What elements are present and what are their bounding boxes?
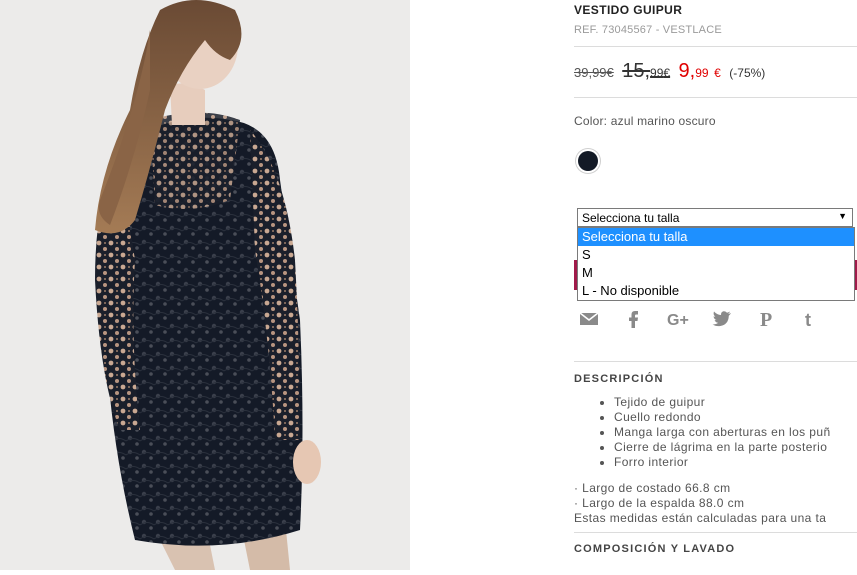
measurements: · Largo de costado 66.8 cm · Largo de la… (574, 481, 826, 526)
size-option-placeholder[interactable]: Selecciona tu talla (578, 228, 854, 246)
twitter-icon[interactable] (711, 308, 733, 330)
facebook-icon[interactable] (622, 308, 644, 330)
previous-price: 15,99€ (622, 60, 671, 82)
list-item: Cierre de lágrima en la parte posterio (614, 440, 831, 455)
pinterest-icon[interactable]: P (756, 308, 778, 330)
size-option-s[interactable]: S (578, 246, 854, 264)
size-dropdown-list: Selecciona tu talla S M L - No disponibl… (577, 227, 855, 301)
measure-line: Estas medidas están calculadas para una … (574, 511, 827, 525)
sale-price: 9,99 € (678, 60, 721, 82)
divider (574, 46, 857, 47)
model-dress-illustration (0, 0, 410, 570)
svg-text:G+: G+ (667, 312, 689, 329)
product-title: VESTIDO GUIPUR (574, 3, 683, 17)
size-option-l[interactable]: L - No disponible (578, 282, 854, 300)
list-item: Manga larga con aberturas en los puñ (614, 425, 831, 440)
divider (574, 532, 857, 533)
svg-text:t: t (805, 310, 811, 330)
google-plus-icon[interactable]: G+ (667, 308, 689, 330)
size-option-m[interactable]: M (578, 264, 854, 282)
list-item: Cuello redondo (614, 410, 831, 425)
discount-badge: (-75%) (729, 66, 766, 80)
measure-line: · Largo de costado 66.8 cm (574, 481, 731, 495)
product-photo[interactable] (0, 0, 410, 570)
measure-line: · Largo de la espalda 88.0 cm (574, 496, 745, 510)
email-icon[interactable] (578, 308, 600, 330)
list-item: Forro interior (614, 455, 831, 470)
description-heading[interactable]: DESCRIPCIÓN (574, 373, 664, 385)
composition-heading[interactable]: COMPOSICIÓN Y LAVADO (574, 543, 735, 555)
divider (574, 361, 857, 362)
svg-text:P: P (760, 309, 772, 330)
product-reference: REF. 73045567 - VESTLACE (574, 24, 722, 36)
size-select-value: Selecciona tu talla (582, 211, 680, 225)
color-label: Color: azul marino oscuro (574, 114, 716, 128)
share-bar: G+ P t (578, 308, 840, 330)
color-swatch-navy[interactable] (578, 151, 598, 171)
price-block: 39,99€ 15,99€ 9,99 € (-75%) (574, 60, 765, 83)
description-bullets: Tejido de guipur Cuello redondo Manga la… (574, 395, 831, 470)
list-item: Tejido de guipur (614, 395, 831, 410)
original-price: 39,99€ (574, 65, 614, 80)
chevron-down-icon: ▼ (838, 211, 847, 221)
size-select[interactable]: Selecciona tu talla ▼ (577, 208, 853, 227)
tumblr-icon[interactable]: t (800, 308, 822, 330)
divider (574, 97, 857, 98)
